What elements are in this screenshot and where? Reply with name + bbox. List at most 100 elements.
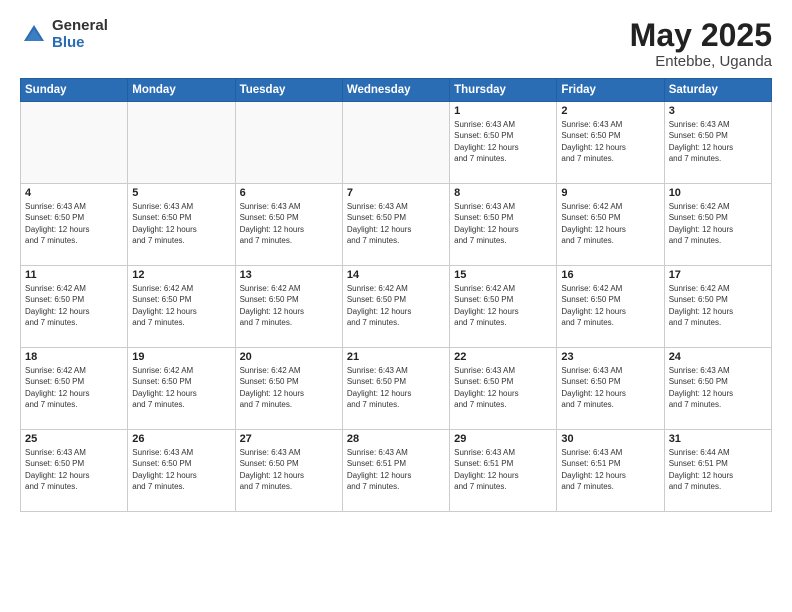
day-info: Sunrise: 6:42 AMSunset: 6:50 PMDaylight:… xyxy=(132,283,230,328)
day-number: 22 xyxy=(454,351,552,363)
day-number: 14 xyxy=(347,269,445,281)
day-info: Sunrise: 6:43 AMSunset: 6:50 PMDaylight:… xyxy=(454,119,552,164)
table-row: 13Sunrise: 6:42 AMSunset: 6:50 PMDayligh… xyxy=(235,266,342,348)
day-info: Sunrise: 6:42 AMSunset: 6:50 PMDaylight:… xyxy=(240,365,338,410)
title-location: Entebbe, Uganda xyxy=(630,53,772,70)
day-info: Sunrise: 6:42 AMSunset: 6:50 PMDaylight:… xyxy=(25,283,123,328)
table-row: 1 Sunrise: 6:43 AMSunset: 6:50 PMDaylight… xyxy=(450,102,557,184)
day-info: Sunrise: 6:42 AMSunset: 6:50 PMDaylight:… xyxy=(669,201,767,246)
logo-text: General Blue xyxy=(52,18,108,51)
day-number: 5 xyxy=(132,187,230,199)
day-number: 11 xyxy=(25,269,123,281)
table-row: 23 Sunrise: 6:43 AMSunset: 6:50 PMDayligh… xyxy=(557,348,664,430)
day-info: Sunrise: 6:43 AMSunset: 6:50 PMDaylight:… xyxy=(669,119,767,164)
day-info: Sunrise: 6:43 AMSunset: 6:50 PMDaylight:… xyxy=(454,201,552,246)
table-row: 25 Sunrise: 6:43 AMSunset: 6:50 PMDayligh… xyxy=(21,430,128,512)
col-sunday: Sunday xyxy=(21,79,128,102)
table-row: 2 Sunrise: 6:43 AMSunset: 6:50 PMDaylight… xyxy=(557,102,664,184)
table-row: 17Sunrise: 6:42 AMSunset: 6:50 PMDayligh… xyxy=(664,266,771,348)
day-info: Sunrise: 6:42 AMSunset: 6:50 PMDaylight:… xyxy=(347,283,445,328)
day-number: 18 xyxy=(25,351,123,363)
day-info: Sunrise: 6:42 AMSunset: 6:50 PMDaylight:… xyxy=(132,365,230,410)
day-number: 30 xyxy=(561,433,659,445)
logo-blue-text: Blue xyxy=(52,35,108,52)
table-row xyxy=(342,102,449,184)
logo-general-text: General xyxy=(52,18,108,35)
day-number: 25 xyxy=(25,433,123,445)
table-row xyxy=(21,102,128,184)
day-number: 24 xyxy=(669,351,767,363)
table-row: 9 Sunrise: 6:42 AMSunset: 6:50 PMDaylight… xyxy=(557,184,664,266)
day-number: 6 xyxy=(240,187,338,199)
day-number: 1 xyxy=(454,105,552,117)
day-info: Sunrise: 6:42 AMSunset: 6:50 PMDaylight:… xyxy=(454,283,552,328)
day-info: Sunrise: 6:43 AMSunset: 6:50 PMDaylight:… xyxy=(25,447,123,492)
day-number: 9 xyxy=(561,187,659,199)
calendar-week-row: 11 Sunrise: 6:42 AMSunset: 6:50 PMDayligh… xyxy=(21,266,772,348)
day-number: 17 xyxy=(669,269,767,281)
table-row: 3 Sunrise: 6:43 AMSunset: 6:50 PMDaylight… xyxy=(664,102,771,184)
day-info: Sunrise: 6:43 AMSunset: 6:50 PMDaylight:… xyxy=(25,201,123,246)
table-row: 7 Sunrise: 6:43 AMSunset: 6:50 PMDaylight… xyxy=(342,184,449,266)
col-thursday: Thursday xyxy=(450,79,557,102)
table-row: 15 Sunrise: 6:42 AMSunset: 6:50 PMDayligh… xyxy=(450,266,557,348)
col-saturday: Saturday xyxy=(664,79,771,102)
day-info: Sunrise: 6:43 AMSunset: 6:50 PMDaylight:… xyxy=(561,365,659,410)
table-row: 19 Sunrise: 6:42 AMSunset: 6:50 PMDayligh… xyxy=(128,348,235,430)
day-info: Sunrise: 6:44 AMSunset: 6:51 PMDaylight:… xyxy=(669,447,767,492)
day-info: Sunrise: 6:43 AMSunset: 6:50 PMDaylight:… xyxy=(240,447,338,492)
table-row: 21 Sunrise: 6:43 AMSunset: 6:50 PMDayligh… xyxy=(342,348,449,430)
day-number: 15 xyxy=(454,269,552,281)
calendar-week-row: 1 Sunrise: 6:43 AMSunset: 6:50 PMDaylight… xyxy=(21,102,772,184)
day-number: 3 xyxy=(669,105,767,117)
col-friday: Friday xyxy=(557,79,664,102)
logo: General Blue xyxy=(20,18,108,51)
day-number: 12 xyxy=(132,269,230,281)
table-row: 5Sunrise: 6:43 AMSunset: 6:50 PMDaylight… xyxy=(128,184,235,266)
table-row: 12 Sunrise: 6:42 AMSunset: 6:50 PMDayligh… xyxy=(128,266,235,348)
day-info: Sunrise: 6:43 AMSunset: 6:51 PMDaylight:… xyxy=(347,447,445,492)
day-info: Sunrise: 6:43 AMSunset: 6:50 PMDaylight:… xyxy=(561,119,659,164)
table-row xyxy=(128,102,235,184)
table-row: 31 Sunrise: 6:44 AMSunset: 6:51 PMDayligh… xyxy=(664,430,771,512)
day-number: 2 xyxy=(561,105,659,117)
day-info: Sunrise: 6:43 AMSunset: 6:50 PMDaylight:… xyxy=(347,201,445,246)
table-row: 30 Sunrise: 6:43 AMSunset: 6:51 PMDayligh… xyxy=(557,430,664,512)
header: General Blue May 2025 Entebbe, Uganda xyxy=(20,18,772,70)
day-info: Sunrise: 6:43 AMSunset: 6:51 PMDaylight:… xyxy=(561,447,659,492)
day-info: Sunrise: 6:42 AMSunset: 6:50 PMDaylight:… xyxy=(240,283,338,328)
day-number: 16 xyxy=(561,269,659,281)
day-info: Sunrise: 6:42 AMSunset: 6:50 PMDaylight:… xyxy=(561,201,659,246)
day-number: 31 xyxy=(669,433,767,445)
table-row: 10 Sunrise: 6:42 AMSunset: 6:50 PMDayligh… xyxy=(664,184,771,266)
table-row: 29 Sunrise: 6:43 AMSunset: 6:51 PMDayligh… xyxy=(450,430,557,512)
table-row: 26Sunrise: 6:43 AMSunset: 6:50 PMDayligh… xyxy=(128,430,235,512)
day-number: 21 xyxy=(347,351,445,363)
day-number: 26 xyxy=(132,433,230,445)
table-row: 18Sunrise: 6:42 AMSunset: 6:50 PMDayligh… xyxy=(21,348,128,430)
col-monday: Monday xyxy=(128,79,235,102)
day-info: Sunrise: 6:43 AMSunset: 6:51 PMDaylight:… xyxy=(454,447,552,492)
table-row xyxy=(235,102,342,184)
day-number: 27 xyxy=(240,433,338,445)
table-row: 4Sunrise: 6:43 AMSunset: 6:50 PMDaylight… xyxy=(21,184,128,266)
calendar-table: Sunday Monday Tuesday Wednesday Thursday… xyxy=(20,78,772,512)
day-info: Sunrise: 6:43 AMSunset: 6:50 PMDaylight:… xyxy=(347,365,445,410)
calendar-week-row: 18 Sunrise: 6:42 AMSunset: 6:50 PMDayligh… xyxy=(21,348,772,430)
day-number: 8 xyxy=(454,187,552,199)
table-row: 27 Sunrise: 6:43 AMSunset: 6:50 PMDayligh… xyxy=(235,430,342,512)
day-number: 28 xyxy=(347,433,445,445)
logo-icon xyxy=(20,21,48,49)
calendar-header-row: Sunday Monday Tuesday Wednesday Thursday… xyxy=(21,79,772,102)
table-row: 6Sunrise: 6:43 AMSunset: 6:50 PMDaylight… xyxy=(235,184,342,266)
title-month: May 2025 xyxy=(630,18,772,53)
day-info: Sunrise: 6:43 AMSunset: 6:50 PMDaylight:… xyxy=(669,365,767,410)
table-row: 8 Sunrise: 6:43 AMSunset: 6:50 PMDaylight… xyxy=(450,184,557,266)
day-number: 7 xyxy=(347,187,445,199)
day-number: 10 xyxy=(669,187,767,199)
day-number: 23 xyxy=(561,351,659,363)
table-row: 22Sunrise: 6:43 AMSunset: 6:50 PMDayligh… xyxy=(450,348,557,430)
day-number: 19 xyxy=(132,351,230,363)
day-number: 20 xyxy=(240,351,338,363)
day-number: 29 xyxy=(454,433,552,445)
